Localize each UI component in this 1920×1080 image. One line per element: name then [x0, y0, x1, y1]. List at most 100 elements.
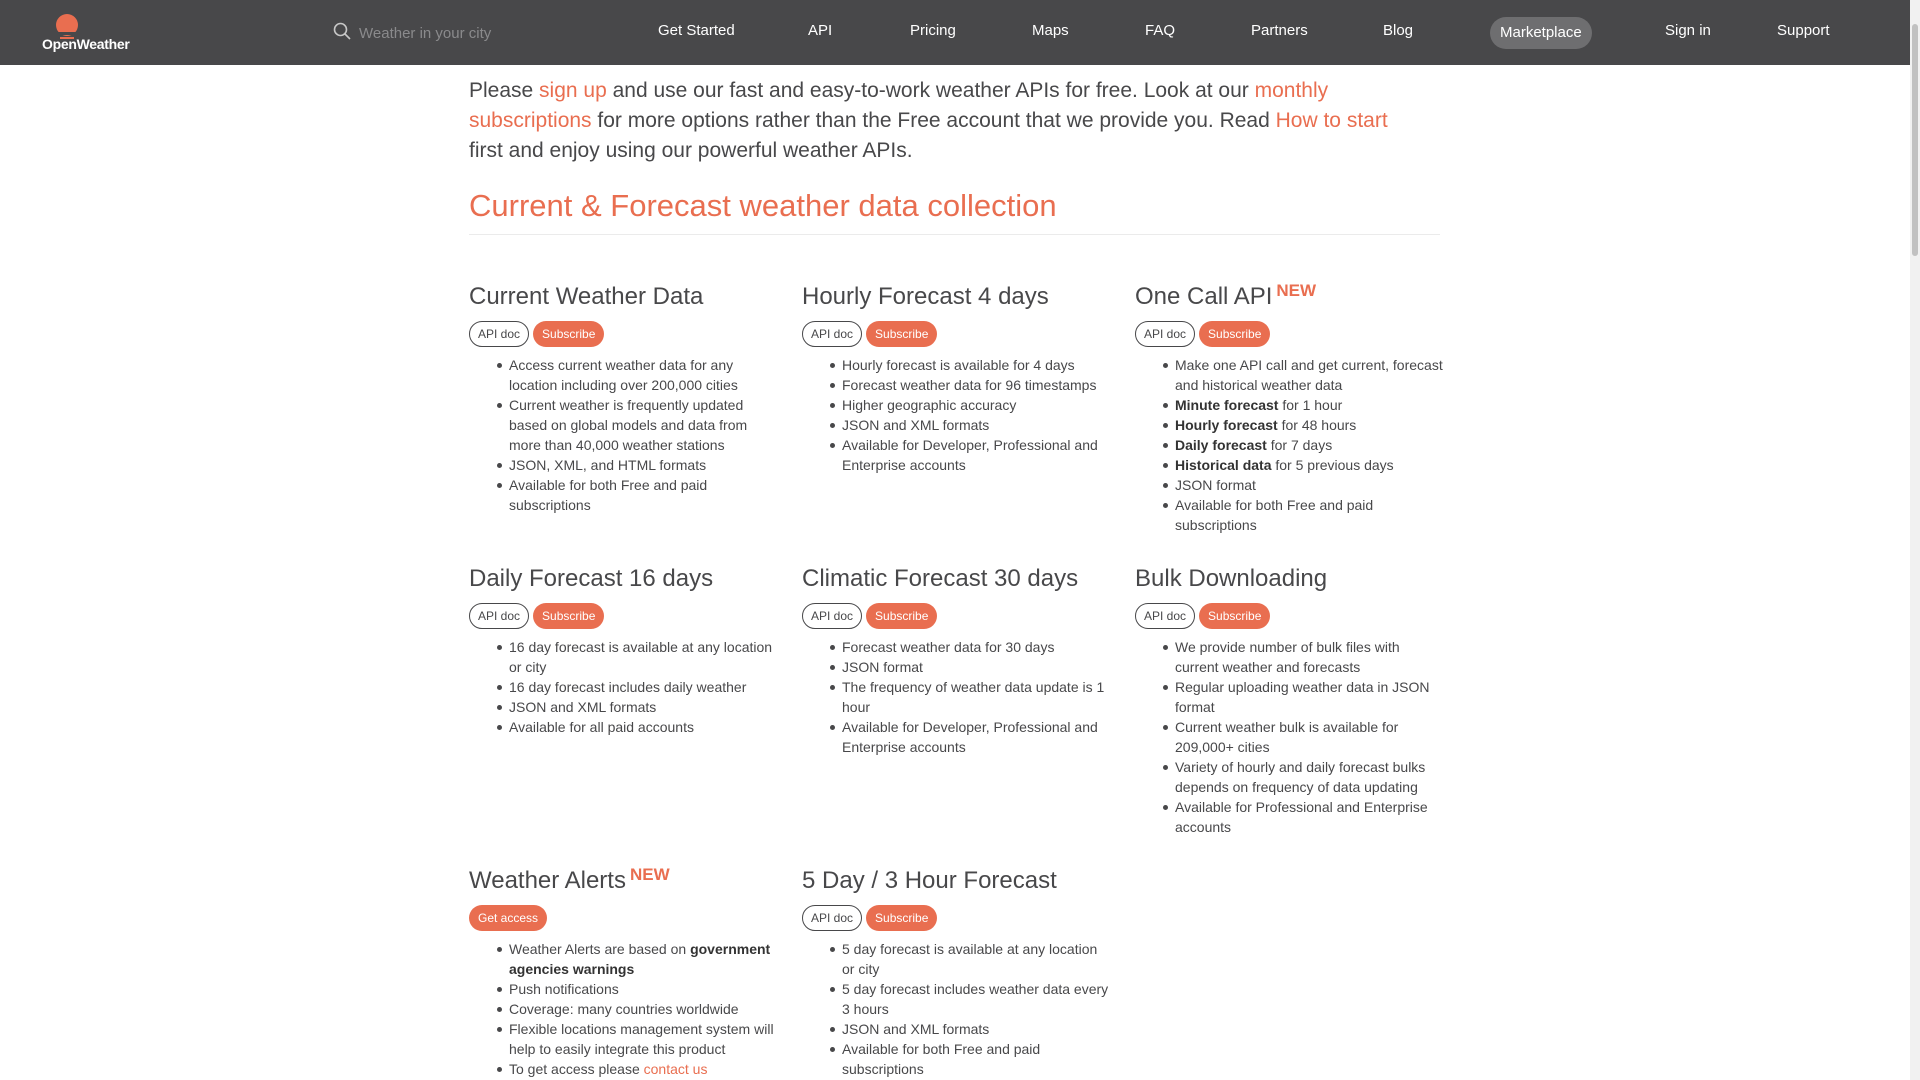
- nav-partners[interactable]: Partners: [1251, 22, 1308, 39]
- scrollbar-thumb[interactable]: [1912, 24, 1918, 256]
- list-item: Hourly forecast for 48 hours: [1163, 415, 1445, 435]
- product-card-one-call-api: One Call API NEW API doc Subscribe Make o…: [1135, 281, 1445, 535]
- nav-api[interactable]: API: [808, 22, 832, 39]
- page-scrollbar[interactable]: [1910, 0, 1920, 1080]
- city-search[interactable]: [333, 19, 553, 47]
- list-item: Available for both Free and paid subscri…: [830, 1039, 1112, 1079]
- card-title[interactable]: Daily Forecast 16 days: [469, 565, 779, 593]
- list-item: Flexible locations management system wil…: [497, 1019, 779, 1059]
- list-item: Current weather is frequently updated ba…: [497, 395, 779, 455]
- bold-term: Minute forecast: [1175, 397, 1279, 413]
- card-title[interactable]: Hourly Forecast 4 days: [802, 283, 1112, 311]
- list-item: 5 day forecast is available at any locat…: [830, 939, 1112, 979]
- card-title[interactable]: Bulk Downloading: [1135, 565, 1445, 593]
- card-title[interactable]: Current Weather Data: [469, 283, 779, 311]
- how-to-start-link[interactable]: How to start: [1276, 109, 1388, 132]
- nav-maps[interactable]: Maps: [1032, 22, 1069, 39]
- list-item: Forecast weather data for 30 days: [830, 637, 1112, 657]
- list-item: Available for both Free and paid subscri…: [1163, 495, 1445, 535]
- subscribe-button[interactable]: Subscribe: [1199, 321, 1271, 347]
- card-title[interactable]: Climatic Forecast 30 days: [802, 565, 1112, 593]
- section-title: Current & Forecast weather data collecti…: [469, 188, 1440, 235]
- subscribe-button[interactable]: Subscribe: [533, 321, 605, 347]
- product-card-hourly-forecast: Hourly Forecast 4 days API doc Subscribe…: [802, 283, 1112, 475]
- feature-list: We provide number of bulk files with cur…: [1135, 637, 1445, 837]
- list-item: We provide number of bulk files with cur…: [1163, 637, 1445, 677]
- item-text: Weather Alerts are based on: [509, 941, 691, 957]
- item-text: for 5 previous days: [1271, 457, 1394, 473]
- list-item: Available for all paid accounts: [497, 717, 779, 737]
- item-text: for 7 days: [1266, 437, 1333, 453]
- list-item: JSON and XML formats: [497, 697, 779, 717]
- product-card-5-day-forecast: 5 Day / 3 Hour Forecast API doc Subscrib…: [802, 867, 1112, 1079]
- nav-marketplace[interactable]: Marketplace: [1490, 17, 1592, 49]
- card-title[interactable]: 5 Day / 3 Hour Forecast: [802, 867, 1112, 895]
- api-doc-button[interactable]: API doc: [802, 603, 863, 629]
- subscribe-button[interactable]: Subscribe: [1199, 603, 1271, 629]
- nav-sign-in[interactable]: Sign in: [1665, 22, 1711, 39]
- search-input[interactable]: [359, 19, 549, 47]
- api-doc-button[interactable]: API doc: [469, 321, 530, 347]
- api-doc-button[interactable]: API doc: [802, 905, 863, 931]
- subscribe-button[interactable]: Subscribe: [866, 905, 938, 931]
- list-item: Hourly forecast is available for 4 days: [830, 355, 1112, 375]
- sign-up-link[interactable]: sign up: [539, 79, 607, 102]
- product-card-current-weather: Current Weather Data API doc Subscribe A…: [469, 283, 779, 515]
- bold-term: Hourly forecast: [1175, 417, 1278, 433]
- list-item: Push notifications: [497, 979, 779, 999]
- new-badge: NEW: [629, 865, 670, 884]
- api-doc-button[interactable]: API doc: [1135, 603, 1196, 629]
- list-item: Minute forecast for 1 hour: [1163, 395, 1445, 415]
- api-doc-button[interactable]: API doc: [1135, 321, 1196, 347]
- list-item: Regular uploading weather data in JSON f…: [1163, 677, 1445, 717]
- product-card-bulk-downloading: Bulk Downloading API doc Subscribe We pr…: [1135, 565, 1445, 837]
- item-text: To get access please: [509, 1061, 644, 1077]
- list-item: Available for Developer, Professional an…: [830, 717, 1112, 757]
- list-item: Access current weather data for any loca…: [497, 355, 779, 395]
- list-item: JSON format: [830, 657, 1112, 677]
- intro-text: and use our fast and easy-to-work weathe…: [606, 79, 1255, 102]
- product-card-weather-alerts: Weather Alerts NEW Get access Weather Ale…: [469, 865, 779, 1079]
- main-content: Please sign up and use our fast and easy…: [469, 76, 1443, 1077]
- top-navbar: OpenWeather Get Started API Pricing Maps…: [0, 0, 1910, 65]
- feature-list: Weather Alerts are based on government a…: [469, 939, 779, 1079]
- feature-list: 16 day forecast is available at any loca…: [469, 637, 779, 737]
- card-title-text: Weather Alerts: [469, 867, 626, 894]
- card-title[interactable]: Weather Alerts NEW: [469, 865, 779, 895]
- api-doc-button[interactable]: API doc: [469, 603, 530, 629]
- list-item: Forecast weather data for 96 timestamps: [830, 375, 1112, 395]
- nav-pricing[interactable]: Pricing: [910, 22, 956, 39]
- search-icon[interactable]: [333, 22, 351, 40]
- nav-blog[interactable]: Blog: [1383, 22, 1413, 39]
- list-item: Coverage: many countries worldwide: [497, 999, 779, 1019]
- subscribe-button[interactable]: Subscribe: [866, 321, 938, 347]
- product-card-climatic-forecast: Climatic Forecast 30 days API doc Subscr…: [802, 565, 1112, 757]
- api-doc-button[interactable]: API doc: [802, 321, 863, 347]
- subscribe-button[interactable]: Subscribe: [533, 603, 605, 629]
- get-access-button[interactable]: Get access: [469, 905, 548, 931]
- list-item: Available for both Free and paid subscri…: [497, 475, 779, 515]
- list-item: Available for Professional and Enterpris…: [1163, 797, 1445, 837]
- card-title[interactable]: One Call API NEW: [1135, 281, 1445, 311]
- list-item: Higher geographic accuracy: [830, 395, 1112, 415]
- openweather-logo[interactable]: OpenWeather: [42, 10, 142, 56]
- bold-term: Historical data: [1175, 457, 1272, 473]
- nav-get-started[interactable]: Get Started: [658, 22, 735, 39]
- nav-faq[interactable]: FAQ: [1145, 22, 1175, 39]
- subscribe-button[interactable]: Subscribe: [866, 603, 938, 629]
- nav-support[interactable]: Support: [1777, 22, 1830, 39]
- item-text: for 48 hours: [1277, 417, 1357, 433]
- new-badge: NEW: [1276, 281, 1317, 300]
- intro-text: first and enjoy using our powerful weath…: [469, 139, 913, 162]
- list-item: 16 day forecast is available at any loca…: [497, 637, 779, 677]
- list-item: Current weather bulk is available for 20…: [1163, 717, 1445, 757]
- list-item: JSON and XML formats: [830, 415, 1112, 435]
- feature-list: Forecast weather data for 30 days JSON f…: [802, 637, 1112, 757]
- logo-text: OpenWeather: [42, 36, 130, 52]
- list-item: 5 day forecast includes weather data eve…: [830, 979, 1112, 1019]
- list-item: Available for Developer, Professional an…: [830, 435, 1112, 475]
- contact-us-link[interactable]: contact us: [644, 1061, 708, 1077]
- list-item: Make one API call and get current, forec…: [1163, 355, 1445, 395]
- list-item: Variety of hourly and daily forecast bul…: [1163, 757, 1445, 797]
- list-item: The frequency of weather data update is …: [830, 677, 1112, 717]
